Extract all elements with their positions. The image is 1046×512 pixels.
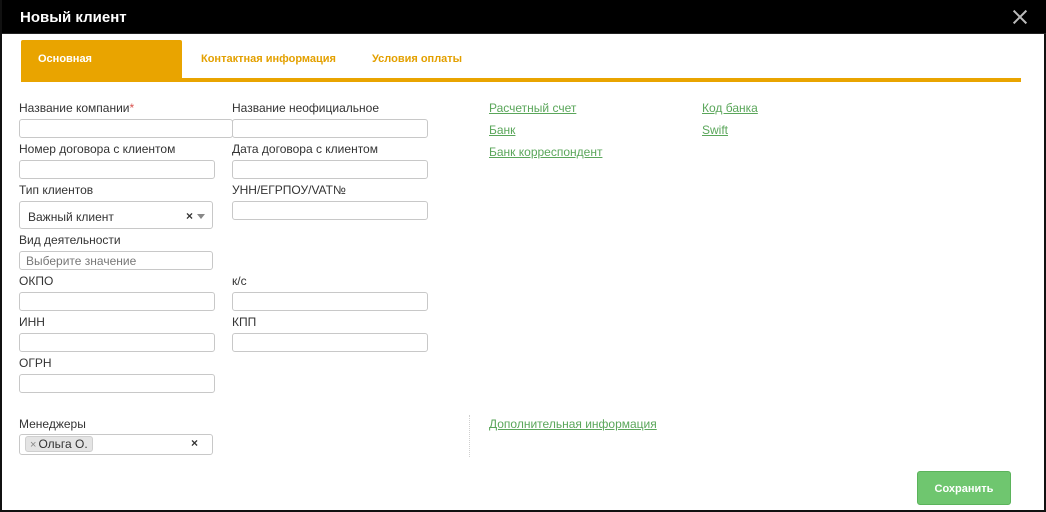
managers-select[interactable]: × Ольга О. ×	[19, 434, 213, 455]
inn-label: ИНН	[19, 315, 45, 329]
account-link[interactable]: Расчетный счет	[489, 101, 576, 115]
contract-date-field[interactable]	[232, 160, 428, 179]
close-icon[interactable]	[1012, 9, 1028, 25]
tab-bar: Основная информация Контактная информаци…	[21, 40, 1021, 103]
managers-label: Менеджеры	[19, 417, 86, 431]
activity-placeholder: Выберите значение	[26, 254, 137, 268]
client-type-select[interactable]: Важный клиент ×	[19, 201, 213, 229]
kpp-field[interactable]	[232, 333, 428, 352]
informal-name-field[interactable]	[232, 119, 428, 138]
company-name-field[interactable]	[19, 119, 233, 138]
kpp-label: КПП	[232, 315, 257, 329]
activity-select[interactable]: Выберите значение	[19, 251, 213, 270]
bank-code-link[interactable]: Код банка	[702, 101, 758, 115]
company-name-label-text: Название компании	[19, 101, 130, 115]
manager-tag-label: Ольга О.	[38, 437, 88, 451]
chevron-down-icon[interactable]	[197, 214, 205, 219]
managers-clear-icon[interactable]: ×	[191, 436, 198, 450]
okpo-label: ОКПО	[19, 274, 54, 288]
save-button[interactable]: Сохранить	[917, 471, 1011, 505]
unn-label: УНН/ЕГРПОУ/VAT№	[232, 183, 346, 197]
ogrn-label: ОГРН	[19, 356, 52, 370]
client-type-value: Важный клиент	[28, 210, 114, 224]
tag-remove-icon[interactable]: ×	[30, 439, 36, 451]
contract-number-field[interactable]	[19, 160, 215, 179]
tab-main-info[interactable]: Основная информация	[21, 40, 182, 103]
client-type-label: Тип клиентов	[19, 183, 94, 197]
ks-field[interactable]	[232, 292, 428, 311]
new-client-dialog: Новый клиент Основная информация Контакт…	[0, 0, 1046, 512]
manager-tag: × Ольга О.	[25, 436, 93, 452]
tab-contact-info[interactable]: Контактная информация	[184, 40, 353, 78]
inn-field[interactable]	[19, 333, 215, 352]
tab-payment-terms[interactable]: Условия оплаты	[355, 40, 479, 78]
swift-link[interactable]: Swift	[702, 123, 728, 137]
dialog-titlebar: Новый клиент	[2, 0, 1046, 34]
ks-label: к/с	[232, 274, 247, 288]
section-divider	[469, 415, 470, 457]
correspondent-bank-link[interactable]: Банк корреспондент	[489, 145, 602, 159]
required-mark: *	[129, 101, 135, 115]
unn-field[interactable]	[232, 201, 428, 220]
company-name-label: Название компании*	[19, 101, 134, 115]
contract-date-label: Дата договора с клиентом	[232, 142, 378, 156]
ogrn-field[interactable]	[19, 374, 215, 393]
okpo-field[interactable]	[19, 292, 215, 311]
additional-info-link[interactable]: Дополнительная информация	[489, 417, 657, 431]
informal-name-label: Название неофициальное	[232, 101, 379, 115]
dialog-title: Новый клиент	[20, 9, 127, 26]
contract-number-label: Номер договора с клиентом	[19, 142, 176, 156]
activity-label: Вид деятельности	[19, 233, 121, 247]
bank-link[interactable]: Банк	[489, 123, 515, 137]
client-type-clear-icon[interactable]: ×	[186, 209, 193, 223]
